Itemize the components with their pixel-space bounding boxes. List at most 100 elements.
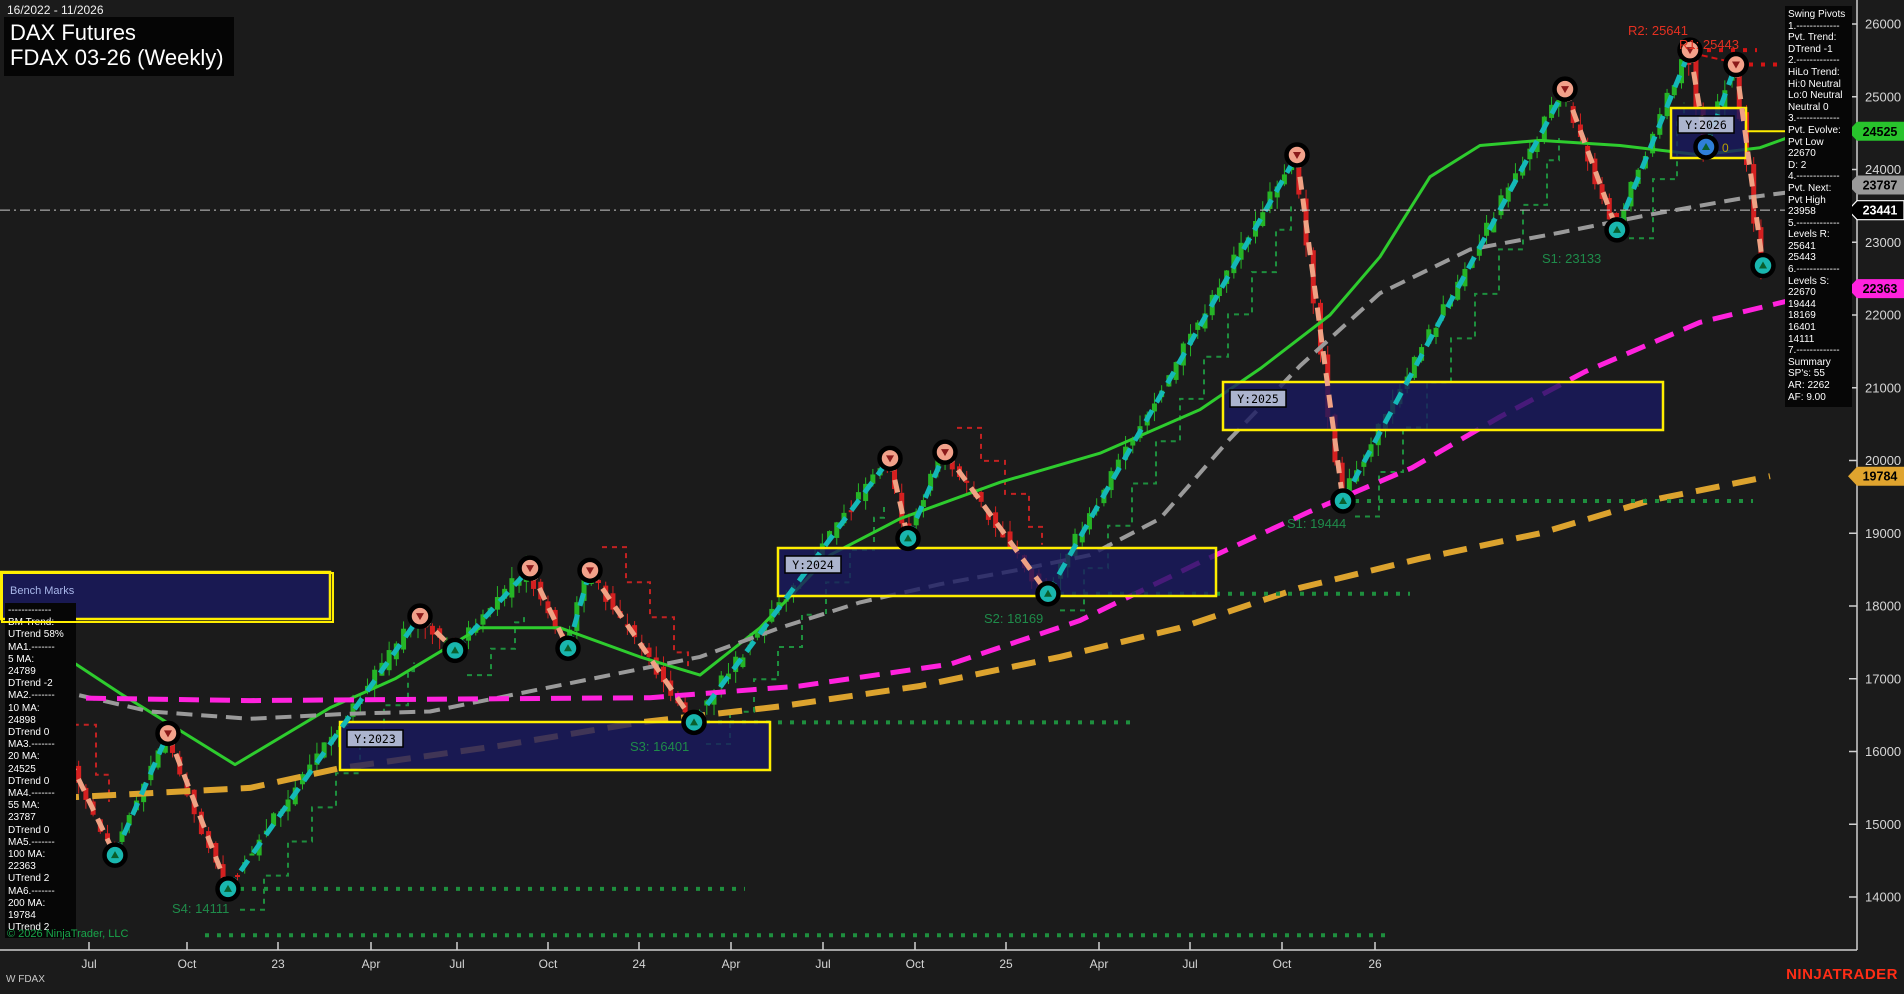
panel-line: DTrend -1 bbox=[1788, 43, 1833, 55]
panel-line: 24898 bbox=[8, 714, 36, 726]
panel-line: 20 MA: bbox=[8, 751, 40, 763]
time-tick-label: 25 bbox=[999, 957, 1013, 971]
panel-line: 25443 bbox=[1788, 252, 1816, 264]
price-tag-text: 19784 bbox=[1863, 470, 1898, 484]
date-range: 16/2022 - 11/2026 bbox=[7, 3, 104, 17]
chart-label: R1: 25443 bbox=[1679, 37, 1739, 52]
panel-line: 22670 bbox=[1788, 287, 1816, 299]
year-boxes-layer bbox=[0, 106, 1748, 772]
chart-label: 0 bbox=[1722, 141, 1729, 155]
price-tick-label: 14000 bbox=[1865, 890, 1901, 905]
panel-line: 10 MA: bbox=[8, 702, 40, 714]
chart-label: S1: 23133 bbox=[1542, 251, 1601, 266]
chart-canvas[interactable]: S4: 14111 S3: 16401 S2: 18169 S1: 19444 S1: … bbox=[0, 0, 1904, 994]
price-tick-label: 21000 bbox=[1865, 380, 1901, 395]
year-chip-label: Y:2025 bbox=[1237, 392, 1279, 406]
chart-window: { "meta": { "date_range": "16/2022 - 11/… bbox=[0, 0, 1904, 994]
panel-line: Pvt. Evolve: bbox=[1788, 124, 1841, 136]
copyright-text: © 2026 NinjaTrader, LLC bbox=[7, 928, 129, 940]
price-tick-label: 17000 bbox=[1865, 671, 1901, 686]
panel-line: 24789 bbox=[8, 666, 36, 678]
chart-title-line1: DAX Futures bbox=[10, 20, 136, 45]
time-tick-label: Oct bbox=[1273, 957, 1292, 971]
time-tick-label: Jul bbox=[81, 957, 96, 971]
panel-line: MA5.------- bbox=[8, 836, 55, 848]
instrument-label: W FDAX bbox=[6, 974, 45, 985]
panel-line: UTrend 2 bbox=[8, 873, 50, 885]
panel-line: 22670 bbox=[1788, 148, 1816, 160]
panel-line: 22363 bbox=[8, 861, 36, 873]
price-tick-label: 16000 bbox=[1865, 744, 1901, 759]
price-axis[interactable]: 26000 25000 24000 23000 22000 21000 20000 19000… bbox=[1847, 0, 1904, 950]
panel-line: 4.------------- bbox=[1788, 171, 1840, 183]
time-tick-label: 24 bbox=[632, 957, 646, 971]
swing-pivots-title: Swing Pivots bbox=[1788, 9, 1846, 20]
panel-line: 19784 bbox=[8, 910, 36, 922]
panel-line: 25641 bbox=[1788, 240, 1816, 252]
panel-line: DTrend -2 bbox=[8, 678, 53, 690]
ma-line-200ma bbox=[54, 473, 1771, 802]
price-tick-label: 19000 bbox=[1865, 526, 1901, 541]
panel-line: Lo:0 Neutral bbox=[1788, 90, 1843, 102]
time-axis[interactable]: Jul Oct 23 Apr Jul Oct 24 Apr Jul Oct 25 Apr Jul Oct 2… bbox=[0, 942, 1857, 971]
price-tick-label: 26000 bbox=[1865, 17, 1901, 32]
panel-line: 23787 bbox=[8, 812, 36, 824]
chart-label: S1: 19444 bbox=[1287, 516, 1346, 531]
year-box-y2023[interactable] bbox=[338, 720, 772, 772]
price-tag-text: 23787 bbox=[1863, 178, 1898, 192]
panel-line: 6.------------- bbox=[1788, 264, 1840, 276]
price-tick-label: 23000 bbox=[1865, 235, 1901, 250]
candles-layer bbox=[54, 52, 1764, 894]
panel-line: 55 MA: bbox=[8, 800, 40, 812]
panel-line: 24525 bbox=[8, 763, 36, 775]
panel-line: 3.------------- bbox=[1788, 113, 1840, 125]
bench-marks-panel: ------------- BM Trend: UTrend 58% MA1.----… bbox=[5, 603, 76, 939]
year-box-y2024[interactable] bbox=[776, 546, 1218, 598]
price-tick-label: 24000 bbox=[1865, 162, 1901, 177]
price-tick-label: 15000 bbox=[1865, 817, 1901, 832]
time-tick-label: Apr bbox=[362, 957, 381, 971]
panel-line: AF: 9.00 bbox=[1788, 391, 1826, 403]
panel-line: AR: 2262 bbox=[1788, 380, 1830, 391]
panel-line: Pvt High bbox=[1788, 194, 1826, 206]
panel-line: MA4.------- bbox=[8, 788, 55, 800]
panel-line: Pvt. Next: bbox=[1788, 182, 1832, 194]
time-tick-label: Jul bbox=[449, 957, 464, 971]
ninjatrader-logo: NINJATRADER bbox=[1786, 966, 1898, 983]
time-tick-label: Jul bbox=[1182, 957, 1197, 971]
time-tick-label: 26 bbox=[1368, 957, 1382, 971]
price-tag-text: 24525 bbox=[1863, 125, 1898, 139]
time-tick-label: Oct bbox=[178, 957, 197, 971]
ma-line-100ma bbox=[54, 286, 1846, 704]
panel-line: DTrend 0 bbox=[8, 727, 50, 739]
panel-line: 23958 bbox=[1788, 206, 1816, 218]
price-tick-label: 20000 bbox=[1865, 453, 1901, 468]
panel-line: SP's: 55 bbox=[1788, 368, 1825, 380]
panel-line: MA1.------- bbox=[8, 641, 55, 653]
chart-title: DAX Futures FDAX 03-26 (Weekly) bbox=[4, 17, 234, 76]
year-box-y2025[interactable] bbox=[1221, 380, 1665, 432]
time-tick-label: Apr bbox=[722, 957, 741, 971]
swing-pivots-panel: Swing Pivots 1.------------- Pvt. Trend: D… bbox=[1785, 6, 1852, 408]
chart-labels-layer: S4: 14111 S3: 16401 S2: 18169 S1: 19444 S1: … bbox=[172, 23, 1739, 916]
panel-line: DTrend 0 bbox=[8, 775, 50, 787]
panel-line: 100 MA: bbox=[8, 849, 46, 861]
panel-line: 19444 bbox=[1788, 298, 1816, 310]
panel-line: D: 2 bbox=[1788, 159, 1807, 171]
time-tick-label: Apr bbox=[1090, 957, 1109, 971]
panel-line: Summary bbox=[1788, 356, 1831, 368]
year-chip-label: Y:2023 bbox=[354, 732, 396, 746]
panel-line: MA2.------- bbox=[8, 690, 55, 702]
panel-line: Pvt. Trend: bbox=[1788, 32, 1837, 44]
panel-line: Levels S: bbox=[1788, 275, 1830, 287]
panel-line: 7.------------- bbox=[1788, 345, 1840, 357]
panel-line: MA3.------- bbox=[8, 739, 55, 751]
panel-line: Neutral 0 bbox=[1788, 101, 1829, 113]
chart-title-line2: FDAX 03-26 (Weekly) bbox=[10, 45, 224, 70]
panel-line: 5.------------- bbox=[1788, 217, 1840, 229]
year-chip-label: Y:2026 bbox=[1685, 118, 1727, 132]
price-tag-text: 22363 bbox=[1863, 282, 1898, 296]
year-box-2022-border[interactable] bbox=[1, 572, 334, 623]
panel-line: Levels R: bbox=[1788, 229, 1830, 241]
panel-line: 1.------------- bbox=[1788, 20, 1840, 32]
